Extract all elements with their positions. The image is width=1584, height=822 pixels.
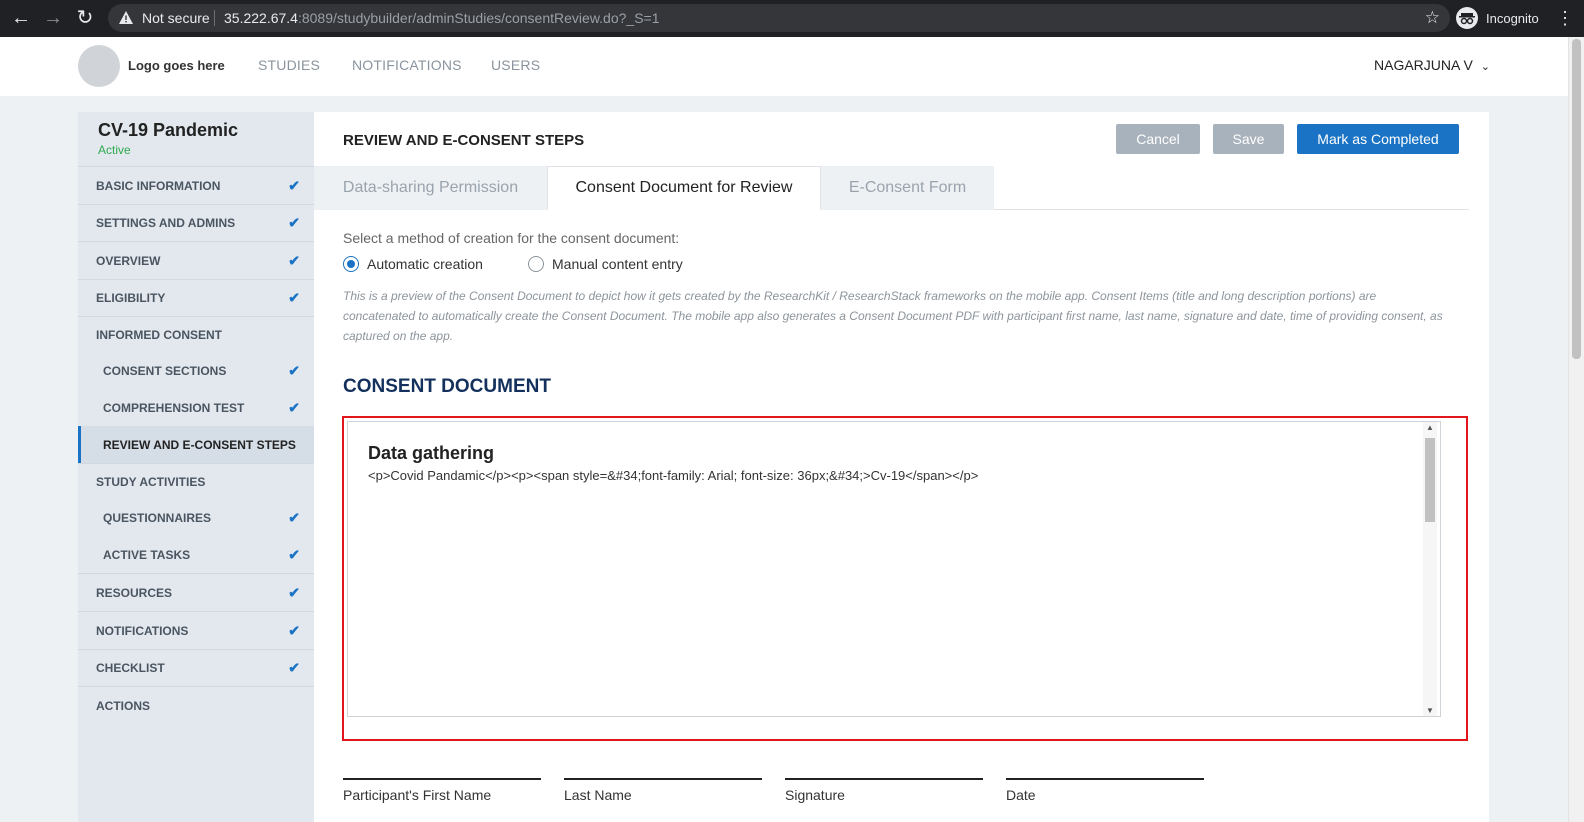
sidebar-item-active-tasks[interactable]: ACTIVE TASKS ✔	[78, 536, 314, 573]
check-icon: ✔	[288, 399, 300, 415]
signature-field-first-name: Participant's First Name	[343, 778, 541, 803]
reload-icon[interactable]: ↻	[73, 7, 97, 29]
check-icon: ✔	[288, 214, 300, 231]
url-text[interactable]: 35.222.67.4:8089/studybuilder/adminStudi…	[224, 10, 660, 26]
check-icon: ✔	[288, 252, 300, 268]
scroll-down-icon[interactable]: ▼	[1426, 706, 1434, 715]
highlight-box: Data gathering <p>Covid Pandamic</p><p><…	[342, 416, 1468, 741]
preview-note: This is a preview of the Consent Documen…	[343, 289, 1443, 343]
browser-menu-icon[interactable]: ⋮	[1556, 8, 1574, 28]
nav-users[interactable]: USERS	[491, 57, 540, 73]
radio-automatic-creation[interactable]: Automatic creation	[343, 256, 483, 272]
sidebar-item-review-and-e-consent-steps[interactable]: REVIEW AND E-CONSENT STEPS	[78, 426, 314, 463]
study-status: Active	[98, 143, 131, 157]
address-bar[interactable]: Not secure 35.222.67.4:8089/studybuilder…	[108, 4, 1450, 32]
nav-studies[interactable]: STUDIES	[258, 57, 320, 73]
check-icon: ✔	[288, 509, 300, 525]
sidebar-item-consent-sections[interactable]: CONSENT SECTIONS ✔	[78, 352, 314, 389]
app-header: Logo goes here STUDIES NOTIFICATIONS USE…	[0, 37, 1568, 96]
sidebar-item-comprehension-test[interactable]: COMPREHENSION TEST ✔	[78, 389, 314, 426]
check-icon: ✔	[288, 177, 300, 193]
incognito-icon	[1456, 7, 1478, 29]
check-icon: ✔	[288, 622, 300, 638]
back-arrow-icon[interactable]: ←	[9, 7, 33, 29]
consent-document-heading: CONSENT DOCUMENT	[343, 376, 551, 397]
signature-field-date: Date	[1006, 778, 1204, 803]
page-title: REVIEW AND E-CONSENT STEPS	[343, 132, 585, 149]
forward-arrow-icon[interactable]: →	[41, 7, 65, 29]
radio-unselected-icon[interactable]	[528, 256, 544, 272]
signature-field-last-name: Last Name	[564, 778, 762, 803]
sidebar-item-study-activities[interactable]: STUDY ACTIVITIES	[78, 463, 314, 499]
scroll-thumb[interactable]	[1425, 438, 1435, 522]
sidebar-item-resources[interactable]: RESOURCES ✔	[78, 573, 314, 611]
study-sidebar: CV-19 Pandemic Active BASIC INFORMATION ✔…	[78, 112, 314, 822]
sidebar-item-eligibility[interactable]: ELIGIBILITY ✔	[78, 279, 314, 316]
logo-text: Logo goes here	[128, 58, 225, 73]
sidebar-item-questionnaires[interactable]: QUESTIONNAIRES ✔	[78, 499, 314, 536]
radio-selected-icon[interactable]	[343, 256, 359, 272]
user-name: NAGARJUNA V	[1374, 57, 1473, 73]
sidebar-item-actions[interactable]: ACTIONS	[78, 686, 314, 724]
sidebar-item-notifications[interactable]: NOTIFICATIONS ✔	[78, 611, 314, 649]
sidebar-item-basic-information[interactable]: BASIC INFORMATION ✔	[78, 166, 314, 204]
tab-bar: Data-sharing Permission Consent Document…	[314, 166, 1469, 210]
page-scrollbar[interactable]	[1568, 37, 1584, 822]
check-icon: ✔	[288, 362, 300, 378]
check-icon: ✔	[288, 546, 300, 562]
sidebar-item-overview[interactable]: OVERVIEW ✔	[78, 241, 314, 279]
document-section-body: <p>Covid Pandamic</p><p><span style=&#34…	[368, 468, 979, 483]
radio-manual-content-entry[interactable]: Manual content entry	[528, 256, 683, 272]
sidebar-item-checklist[interactable]: CHECKLIST ✔	[78, 649, 314, 686]
chevron-down-icon: ⌄	[1480, 61, 1490, 73]
incognito-indicator[interactable]: Incognito	[1452, 5, 1549, 31]
check-icon: ✔	[288, 289, 300, 306]
tab-data-sharing-permission[interactable]: Data-sharing Permission	[314, 166, 547, 210]
bookmark-star-icon[interactable]: ☆	[1425, 8, 1440, 28]
cancel-button[interactable]: Cancel	[1116, 124, 1200, 154]
consent-document-preview[interactable]: Data gathering <p>Covid Pandamic</p><p><…	[347, 421, 1441, 717]
mark-as-completed-button[interactable]: Mark as Completed	[1297, 124, 1459, 154]
sidebar-item-informed-consent[interactable]: INFORMED CONSENT	[78, 316, 314, 352]
save-button[interactable]: Save	[1213, 124, 1284, 154]
incognito-label: Incognito	[1486, 10, 1539, 26]
logo-icon	[78, 45, 120, 87]
tab-consent-document-for-review[interactable]: Consent Document for Review	[547, 166, 821, 210]
document-section-title: Data gathering	[368, 443, 495, 463]
tab-e-consent-form[interactable]: E-Consent Form	[821, 166, 994, 210]
method-label: Select a method of creation for the cons…	[343, 230, 680, 246]
warning-icon	[119, 11, 133, 24]
sidebar-item-settings-and-admins[interactable]: SETTINGS AND ADMINS ✔	[78, 204, 314, 241]
nav-notifications[interactable]: NOTIFICATIONS	[352, 57, 462, 73]
browser-toolbar: ← → ↻ Not secure 35.222.67.4:8089/studyb…	[0, 0, 1584, 37]
document-scrollbar[interactable]: ▲ ▼	[1423, 422, 1437, 716]
user-menu[interactable]: NAGARJUNA V ⌄	[1374, 57, 1490, 73]
main-panel: REVIEW AND E-CONSENT STEPS Cancel Save M…	[314, 112, 1489, 822]
scroll-up-icon[interactable]: ▲	[1426, 423, 1434, 432]
signature-field-signature: Signature	[785, 778, 983, 803]
check-icon: ✔	[288, 584, 300, 600]
study-title: CV-19 Pandemic	[98, 120, 239, 140]
security-status[interactable]: Not secure	[142, 10, 210, 26]
check-icon: ✔	[288, 659, 300, 676]
